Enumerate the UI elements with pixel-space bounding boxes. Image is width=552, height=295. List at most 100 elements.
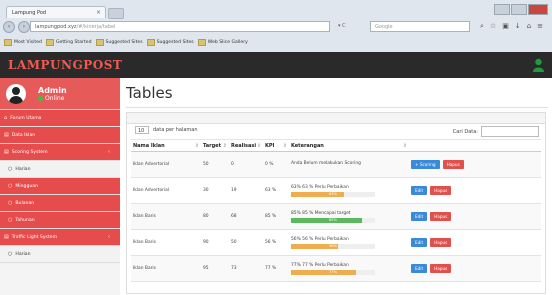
browser-tab[interactable]: Lampung Pod ×	[6, 6, 106, 18]
download-icon[interactable]: ↓	[515, 22, 521, 31]
cell-target: 30	[201, 177, 229, 204]
sort-icon[interactable]: ⇕	[283, 143, 287, 149]
cell-nama: Iklan Baris	[131, 229, 201, 256]
edit-button[interactable]: Edit	[411, 264, 428, 273]
bookmark-label: Web Slice Gallery	[207, 39, 248, 45]
sidebar-item[interactable]: ⌂ Forum Utama	[0, 110, 120, 127]
sort-icon[interactable]: ⇕	[403, 143, 407, 149]
sidebar-item[interactable]: ○ Harian	[0, 161, 120, 178]
circle-icon: ○	[8, 200, 13, 206]
browser-search-input[interactable]: Google	[370, 21, 470, 32]
scoring-button[interactable]: + Scoring	[411, 160, 440, 169]
sidebar: Admin Online ⌂ Forum Utama ▤ Data Iklan ▤ Sco…	[0, 78, 121, 295]
filter-label: Cari Data:	[452, 128, 478, 135]
cell-kpi: 85 %	[263, 203, 289, 230]
delete-button[interactable]: Hapus	[442, 160, 464, 169]
edit-button[interactable]: Edit	[411, 212, 428, 221]
table-filter: Cari Data:	[453, 126, 539, 137]
menu-icon: ▤	[4, 149, 9, 155]
sidebar-item-label: Bulanan	[15, 200, 35, 206]
home-icon[interactable]: ⌂	[527, 22, 531, 31]
cell-nama: Iklan Advertorial	[131, 177, 201, 204]
refresh-icon[interactable]: ▾ C	[338, 23, 346, 29]
online-dot-icon	[38, 95, 43, 101]
bookmark-item[interactable]: Suggested Sites	[146, 38, 194, 46]
back-icon[interactable]: ‹	[3, 21, 15, 33]
bookmark-item[interactable]: Web Slice Gallery	[197, 38, 248, 46]
bookmark-label: Most Visited	[14, 39, 42, 45]
progress-fill: 85%	[291, 217, 363, 223]
column-header[interactable]: Nama Iklan ⇕	[131, 139, 201, 152]
sidebar-item[interactable]: ○ Bulanan	[0, 195, 120, 212]
cell-kpi: 56 %	[263, 229, 289, 256]
menu-icon: ▤	[4, 132, 9, 138]
delete-button[interactable]: Hapus	[430, 238, 452, 247]
navigation-bar: ‹ › lampungpod.xyz/#/kinerja/tabel ▾ C G…	[0, 20, 552, 34]
app-header: LAMPUNGPOST	[0, 52, 552, 78]
bookmark-item[interactable]: Most Visited	[4, 38, 42, 46]
sidebar-item[interactable]: ○ Harian	[0, 246, 120, 263]
edit-button[interactable]: Edit	[411, 238, 428, 247]
cell-target: 80	[201, 203, 229, 230]
forward-icon[interactable]: ›	[18, 21, 30, 33]
cell-actions: Edit Hapus	[409, 255, 541, 282]
delete-button[interactable]: Hapus	[430, 212, 452, 221]
address-bar[interactable]: lampungpod.xyz/#/kinerja/tabel	[30, 21, 330, 32]
menu-icon[interactable]: ≡	[537, 22, 543, 31]
column-header[interactable]: Keterangan ⇕	[289, 139, 409, 152]
bookmark-item[interactable]: Getting Started	[45, 38, 92, 46]
sidebar-item[interactable]: ▤ Traffic Light System ‹	[0, 229, 120, 246]
maximize-button[interactable]	[511, 4, 527, 15]
url-path: /#/kinerja/tabel	[76, 24, 116, 30]
filter-input[interactable]	[481, 126, 539, 137]
cell-keterangan: 77% 77 % Perlu Perbaikan 77%	[289, 255, 409, 282]
sidebar-item[interactable]: ▤ Scoring System ‹	[0, 144, 120, 161]
sort-icon[interactable]: ⇕	[195, 143, 199, 149]
cell-actions: Edit Hapus	[409, 229, 541, 256]
sort-icon[interactable]: ⇕	[223, 143, 227, 149]
column-header[interactable]: KPI ⇕	[263, 139, 289, 152]
delete-button[interactable]: Hapus	[430, 264, 452, 273]
column-header[interactable]	[409, 139, 541, 152]
sidebar-item-label: Tahunan	[15, 217, 35, 223]
bookmark-folder-icon	[4, 38, 12, 46]
cell-nama: Iklan Advertorial	[131, 151, 201, 178]
circle-icon: ○	[8, 217, 13, 223]
progress-fill: 77%	[291, 269, 356, 275]
minimize-button[interactable]	[494, 4, 510, 15]
close-tab-icon[interactable]: ×	[96, 9, 101, 16]
cell-actions: + Scoring Hapus	[409, 151, 541, 178]
close-window-button[interactable]	[528, 4, 548, 15]
table-row: Iklan Baris 80 68 85 % 85% 85 % Mencapai tar…	[131, 203, 541, 230]
sort-icon[interactable]: ⇕	[257, 143, 261, 149]
cell-kpi: 0 %	[263, 151, 289, 178]
chevron-left-icon: ‹	[108, 149, 110, 155]
delete-button[interactable]: Hapus	[430, 186, 452, 195]
edit-button[interactable]: Edit	[411, 186, 428, 195]
bookmark-label: Getting Started	[55, 39, 92, 45]
brand-logo[interactable]: LAMPUNGPOST	[8, 58, 122, 72]
bookmark-item[interactable]: Suggested Sites	[95, 38, 143, 46]
new-tab-button[interactable]	[108, 8, 124, 19]
page-length-select[interactable]: 10	[135, 126, 149, 134]
sidebar-item[interactable]: ○ Tahunan	[0, 212, 120, 229]
sidebar-item[interactable]: ○ Mingguan	[0, 178, 120, 195]
column-header-label: KPI	[265, 142, 275, 149]
cell-target: 50	[201, 151, 229, 178]
progress-bar: 77%	[291, 269, 375, 275]
cell-kpi: 63 %	[263, 177, 289, 204]
bookmarks-bar: Most Visited Getting Started Suggested S…	[0, 36, 552, 48]
cell-target: 90	[201, 229, 229, 256]
bookmark-folder-icon	[45, 38, 54, 46]
progress-label: 63%	[329, 191, 337, 196]
panel-heading	[127, 113, 545, 124]
bookmark-label: Suggested Sites	[105, 39, 143, 45]
column-header[interactable]: Target ⇕	[201, 139, 229, 152]
user-icon[interactable]	[533, 58, 544, 72]
star-icon[interactable]: ☆	[490, 22, 496, 31]
bookmarks-icon[interactable]: ▣	[502, 22, 509, 31]
search-icon[interactable]: ⌕	[480, 22, 484, 31]
sidebar-item[interactable]: ▤ Data Iklan	[0, 127, 120, 144]
column-header[interactable]: Realisasi ⇕	[229, 139, 263, 152]
toolbar-icons: ⌕ ☆ ▣ ↓ ⌂ ≡	[480, 22, 543, 31]
